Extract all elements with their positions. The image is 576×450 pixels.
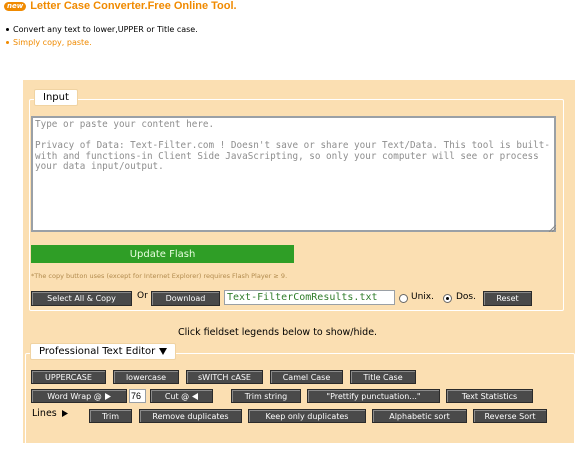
triangle-right-icon (61, 410, 68, 417)
dos-radio[interactable] (443, 294, 452, 303)
prettify-punctuation-button[interactable]: "Prettify punctuation..." (307, 389, 440, 403)
unix-radio[interactable] (399, 294, 408, 303)
word-wrap-width-input[interactable] (129, 389, 146, 403)
list-item: Simply copy, paste. (6, 36, 198, 49)
list-item: Convert any text to lower,UPPER or Title… (6, 23, 198, 36)
lines-trim-button[interactable]: Trim (89, 409, 132, 423)
feature-list: Convert any text to lower,UPPER or Title… (6, 23, 198, 49)
remove-duplicates-button[interactable]: Remove duplicates (139, 409, 242, 423)
unix-label: Unix. (411, 292, 434, 302)
or-label: Or (137, 291, 148, 301)
trim-string-button[interactable]: Trim string (231, 389, 301, 403)
word-wrap-button[interactable]: Word Wrap @ (31, 389, 127, 403)
alphabetic-sort-button[interactable]: Alphabetic sort (372, 409, 467, 423)
camel-case-button[interactable]: Camel Case (270, 370, 343, 384)
switch-case-button[interactable]: sWITCH cASE (186, 370, 263, 384)
download-button[interactable]: Download (151, 291, 220, 306)
uppercase-button[interactable]: UPPERCASE (31, 370, 106, 384)
page-title: Letter Case Converter.Free Online Tool. (30, 0, 237, 12)
lowercase-button[interactable]: lowercase (113, 370, 179, 384)
editor-legend-label: Professional Text Editor (39, 346, 156, 357)
keep-only-duplicates-button[interactable]: Keep only duplicates (248, 409, 366, 423)
flash-note: *The copy button uses (except for Intern… (31, 272, 288, 280)
reset-button[interactable]: Reset (483, 291, 532, 306)
cut-button[interactable]: Cut @ (150, 389, 213, 403)
new-badge: new (4, 1, 27, 11)
triangle-down-icon (159, 348, 168, 355)
select-all-copy-button[interactable]: Select All & Copy (31, 291, 132, 306)
text-statistics-button[interactable]: Text Statistics (446, 389, 533, 403)
update-flash-button[interactable]: Update Flash (31, 245, 294, 263)
lines-label: Lines (32, 408, 68, 419)
triangle-left-icon (192, 392, 199, 400)
triangle-right-icon (104, 392, 111, 400)
bullet-icon (6, 41, 9, 44)
dos-label: Dos. (456, 292, 476, 302)
page-header: new Letter Case Converter.Free Online To… (4, 0, 237, 12)
title-case-button[interactable]: Title Case (350, 370, 416, 384)
editor-legend[interactable]: Professional Text Editor (30, 343, 177, 360)
resize-grip-icon[interactable] (548, 224, 556, 232)
legend-hint: Click fieldset legends below to show/hid… (178, 327, 378, 338)
reverse-sort-button[interactable]: Reverse Sort (473, 409, 547, 423)
content-textarea[interactable] (31, 116, 556, 232)
input-legend[interactable]: Input (34, 89, 78, 106)
bullet-icon (6, 28, 9, 31)
filename-input[interactable] (224, 290, 395, 305)
